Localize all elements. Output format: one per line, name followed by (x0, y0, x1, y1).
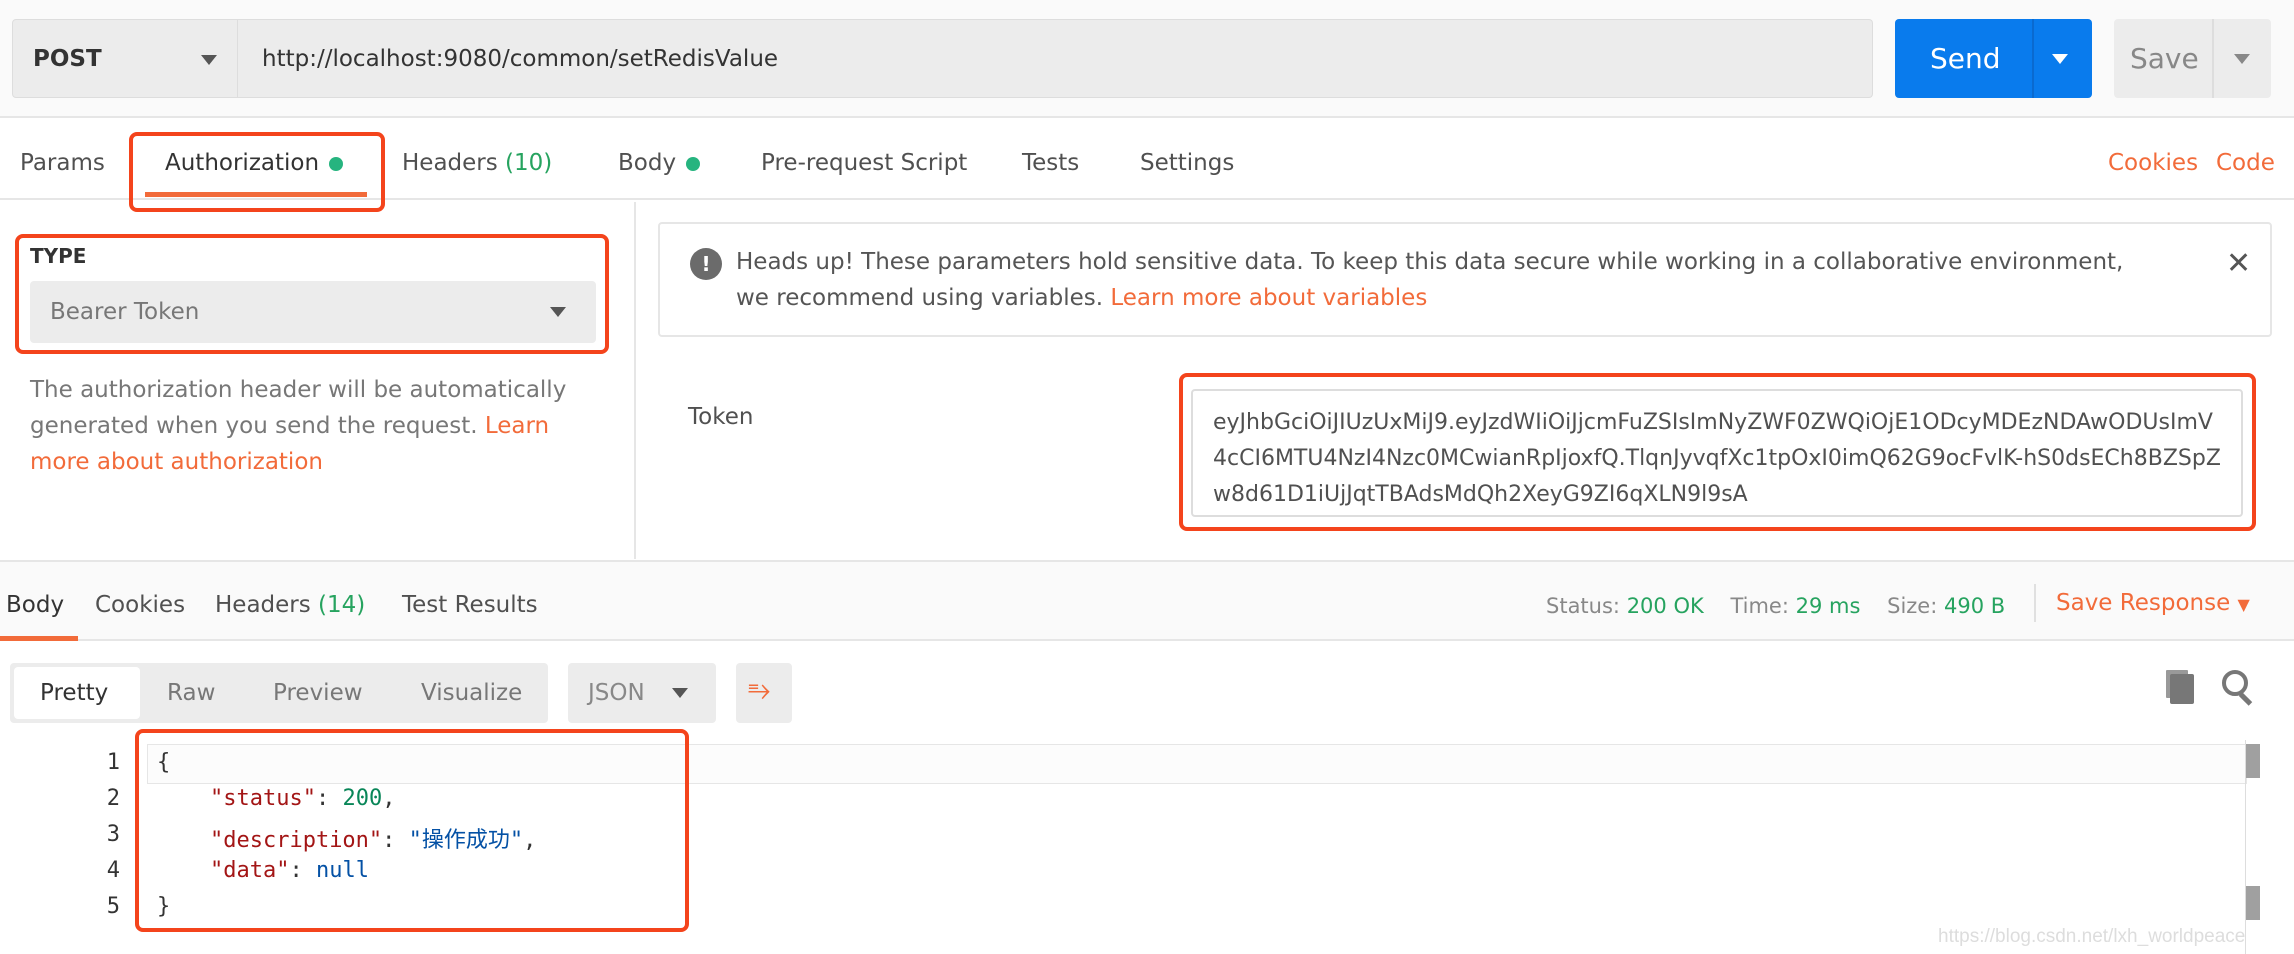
tab-label: Headers (215, 592, 311, 618)
chevron-down-icon[interactable] (2234, 54, 2250, 64)
view-pretty[interactable]: Pretty (40, 680, 108, 706)
line-number: 1 (106, 750, 120, 775)
status-value: 200 OK (1626, 594, 1704, 618)
tab-label: Body (618, 150, 677, 176)
save-label: Save (2130, 42, 2199, 75)
save-button[interactable]: Save (2114, 19, 2271, 98)
alert-icon: ! (690, 248, 722, 280)
response-meta: Status: 200 OK Time: 29 ms Size: 490 B (1546, 594, 2005, 618)
token-label: Token (688, 404, 754, 430)
view-mode-tabs: Pretty Raw Preview Visualize (10, 663, 548, 723)
response-tab-headers[interactable]: Headers (14) (215, 592, 365, 618)
code-link[interactable]: Code (2216, 150, 2275, 176)
highlight-response-body (135, 729, 689, 932)
divider (2032, 19, 2034, 98)
response-tab-test-results[interactable]: Test Results (402, 592, 538, 618)
chevron-down-icon (201, 55, 217, 65)
cookies-link[interactable]: Cookies (2108, 150, 2198, 176)
tab-settings[interactable]: Settings (1140, 150, 1234, 176)
highlight-token (1179, 373, 2256, 531)
highlight-authorization-tab (129, 132, 385, 212)
response-tab-body[interactable]: Body (6, 592, 64, 618)
tab-headers[interactable]: Headers (10) (402, 150, 552, 176)
view-raw[interactable]: Raw (167, 680, 215, 706)
active-tab-indicator (0, 636, 78, 641)
highlight-auth-type (15, 234, 609, 354)
status-label: Status: (1546, 594, 1620, 618)
line-number: 5 (106, 894, 120, 919)
divider (2034, 584, 2036, 622)
send-label: Send (1930, 42, 2001, 75)
format-select[interactable]: JSON (568, 663, 716, 723)
url-input[interactable]: http://localhost:9080/common/setRedisVal… (238, 19, 1873, 98)
scrollbar-thumb[interactable] (2246, 886, 2260, 920)
notice-body: Heads up! These parameters hold sensitiv… (736, 244, 2136, 316)
divider (2212, 19, 2214, 98)
wrap-lines-button[interactable]: ⥱ (736, 663, 792, 723)
save-response-button[interactable]: Save Response ▼ (2056, 590, 2250, 616)
tab-params[interactable]: Params (20, 150, 105, 176)
send-button[interactable]: Send (1895, 19, 2092, 98)
response-header: Body Cookies Headers (14) Test Results S… (0, 560, 2294, 641)
tab-label: Headers (402, 150, 498, 176)
watermark: https://blog.csdn.net/lxh_worldpeace (1938, 926, 2246, 947)
learn-more-variables-link[interactable]: Learn more about variables (1110, 285, 1427, 311)
line-number: 4 (106, 858, 120, 883)
size-value: 490 B (1943, 594, 2006, 618)
scrollbar-track (2245, 740, 2246, 954)
headers-count: (10) (505, 150, 553, 176)
search-icon-handle (2238, 692, 2253, 706)
tab-body[interactable]: Body (618, 150, 701, 176)
time-value: 29 ms (1795, 594, 1861, 618)
close-icon[interactable]: ✕ (2226, 246, 2251, 281)
view-preview[interactable]: Preview (273, 680, 363, 706)
auth-help: The authorization header will be automat… (30, 372, 590, 480)
caret-down-icon: ▼ (2237, 595, 2250, 614)
save-response-label: Save Response (2056, 590, 2231, 616)
headers-count: (14) (318, 592, 366, 618)
search-icon[interactable] (2222, 670, 2248, 696)
status-dot (686, 156, 701, 171)
size-label: Size: (1887, 594, 1938, 618)
time-label: Time: (1730, 594, 1789, 618)
copy-icon[interactable] (2170, 674, 2194, 704)
sensitive-data-notice: ! Heads up! These parameters hold sensit… (658, 222, 2272, 337)
notice-text: Heads up! These parameters hold sensitiv… (736, 249, 2124, 311)
tab-pre-request-script[interactable]: Pre-request Script (761, 150, 967, 176)
tab-tests[interactable]: Tests (1022, 150, 1079, 176)
scrollbar-marker[interactable] (2246, 744, 2260, 778)
url-value: http://localhost:9080/common/setRedisVal… (262, 45, 779, 72)
chevron-down-icon (672, 688, 688, 698)
method-value: POST (33, 45, 102, 72)
response-tab-cookies[interactable]: Cookies (95, 592, 185, 618)
format-value: JSON (588, 680, 645, 706)
view-visualize[interactable]: Visualize (421, 680, 522, 706)
chevron-down-icon[interactable] (2052, 54, 2068, 64)
line-number: 3 (106, 822, 120, 847)
wrap-icon: ⥱ (748, 673, 771, 706)
line-number: 2 (106, 786, 120, 811)
method-select[interactable]: POST (12, 19, 238, 98)
